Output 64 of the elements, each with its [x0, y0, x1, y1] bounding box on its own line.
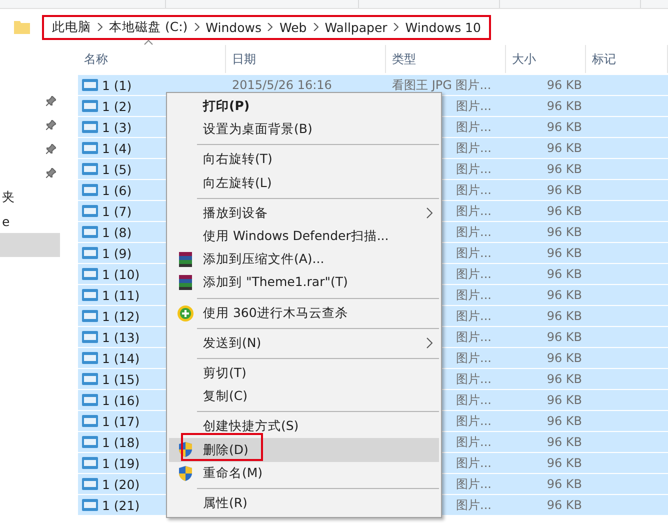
file-type: 图片...	[456, 476, 492, 490]
file-type: 图片...	[456, 120, 492, 134]
file-type: 看图王 JPG 图片...	[392, 78, 492, 92]
file-size: 96 KB	[546, 120, 582, 134]
file-name: 1 (15)	[102, 372, 140, 386]
file-name: 1 (9)	[102, 246, 132, 260]
file-type: 图片...	[456, 140, 492, 154]
file-name: 1 (6)	[102, 182, 132, 198]
file-size: 96 KB	[546, 99, 582, 113]
file-name: 1 (7)	[102, 204, 132, 218]
file-size: 96 KB	[546, 309, 582, 323]
file-type: 图片...	[456, 266, 492, 280]
file-size: 96 KB	[546, 351, 582, 365]
file-size: 96 KB	[546, 162, 582, 176]
file-name: 1 (13)	[102, 330, 140, 344]
file-name: 1 (12)	[102, 308, 140, 324]
file-name: 1 (8)	[102, 224, 132, 240]
file-size: 96 KB	[546, 330, 582, 344]
file-type: 图片...	[456, 392, 492, 406]
file-name: 1 (18)	[102, 434, 140, 450]
file-type: 图片...	[456, 224, 492, 238]
file-date: 2015/5/26 16:16	[232, 78, 332, 92]
file-type: 图片...	[456, 414, 492, 428]
file-type: 图片...	[456, 162, 492, 176]
file-size: 96 KB	[546, 414, 582, 428]
file-size: 96 KB	[546, 183, 582, 197]
file-type: 图片...	[456, 246, 492, 260]
file-name: 1 (10)	[102, 266, 140, 282]
file-name: 1 (3)	[102, 120, 132, 134]
file-size: 96 KB	[546, 477, 582, 491]
file-type: 图片...	[456, 204, 492, 218]
file-type: 图片...	[456, 350, 492, 364]
file-size: 96 KB	[546, 267, 582, 281]
file-size: 96 KB	[546, 204, 582, 218]
file-name: 1 (20)	[102, 476, 140, 492]
file-size: 96 KB	[546, 393, 582, 407]
file-name: 1 (4)	[102, 140, 132, 156]
file-name: 1 (11)	[102, 288, 140, 302]
file-size: 96 KB	[546, 372, 582, 386]
file-type: 图片...	[456, 98, 492, 112]
file-type: 图片...	[456, 498, 492, 512]
file-size: 96 KB	[546, 246, 582, 260]
file-type: 图片...	[456, 288, 492, 302]
file-type: 图片...	[456, 330, 492, 344]
file-size: 96 KB	[546, 225, 582, 239]
file-name: 1 (2)	[102, 98, 132, 114]
file-size: 96 KB	[546, 435, 582, 449]
file-type: 图片...	[456, 456, 492, 470]
file-type: 图片...	[456, 182, 492, 196]
file-type: 图片...	[456, 308, 492, 322]
file-size: 96 KB	[546, 288, 582, 302]
file-name: 1 (1)	[102, 78, 132, 92]
file-name: 1 (17)	[102, 414, 140, 428]
file-size: 96 KB	[546, 78, 582, 92]
file-type: 图片...	[456, 372, 492, 386]
file-name: 1 (14)	[102, 350, 140, 366]
file-name: 1 (16)	[102, 392, 140, 408]
file-size: 96 KB	[546, 456, 582, 470]
file-name: 1 (5)	[102, 162, 132, 176]
file-name: 1 (21)	[102, 498, 140, 512]
file-type: 图片...	[456, 434, 492, 448]
file-size: 96 KB	[546, 141, 582, 155]
file-size: 96 KB	[546, 498, 582, 512]
file-name: 1 (19)	[102, 456, 140, 470]
